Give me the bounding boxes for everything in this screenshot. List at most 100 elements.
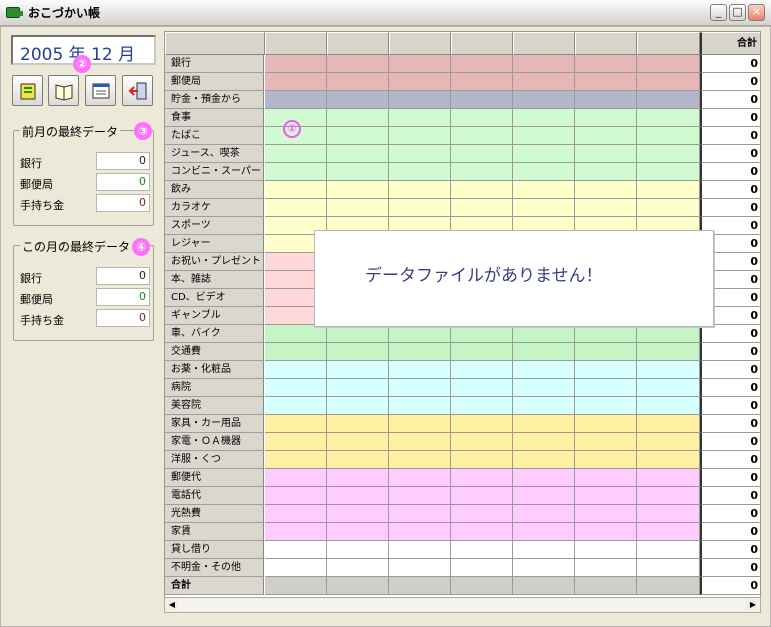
grid-cell[interactable]: [637, 577, 700, 595]
table-row[interactable]: 貯金・預金から 0: [165, 91, 760, 109]
grid-cell[interactable]: [265, 73, 327, 91]
grid-cell[interactable]: [575, 181, 637, 199]
table-row[interactable]: 交通費 0: [165, 343, 760, 361]
title-bar[interactable]: おこづかい帳 _ □ ×: [0, 0, 771, 26]
column-header[interactable]: [513, 32, 575, 55]
table-row[interactable]: たばこ 0: [165, 127, 760, 145]
grid-cell[interactable]: [451, 199, 513, 217]
minimize-button[interactable]: _: [710, 4, 727, 21]
column-header[interactable]: [327, 32, 389, 55]
grid-cell[interactable]: [637, 469, 700, 487]
grid-cell[interactable]: [637, 505, 700, 523]
grid-cell[interactable]: [513, 325, 575, 343]
grid-cell[interactable]: [451, 505, 513, 523]
grid-cell[interactable]: [513, 199, 575, 217]
grid-cell[interactable]: [327, 199, 389, 217]
table-row[interactable]: お薬・化粧品 0: [165, 361, 760, 379]
table-row[interactable]: 美容院 0: [165, 397, 760, 415]
grid-cell[interactable]: [575, 379, 637, 397]
table-row[interactable]: 病院 0: [165, 379, 760, 397]
grid-cell[interactable]: [265, 163, 327, 181]
grid-cell[interactable]: [513, 469, 575, 487]
grid-cell[interactable]: [451, 469, 513, 487]
grid-cell[interactable]: [513, 397, 575, 415]
grid-cell[interactable]: [451, 145, 513, 163]
table-row[interactable]: 不明金・その他 0: [165, 559, 760, 577]
grid-cell[interactable]: [575, 91, 637, 109]
grid-cell[interactable]: [637, 73, 700, 91]
grid-cell[interactable]: [327, 487, 389, 505]
grid-cell[interactable]: [265, 415, 327, 433]
table-row[interactable]: 食事 0: [165, 109, 760, 127]
grid-cell[interactable]: [389, 379, 451, 397]
grid-cell[interactable]: [575, 199, 637, 217]
grid-cell[interactable]: [637, 559, 700, 577]
table-row[interactable]: 家具・カー用品 0: [165, 415, 760, 433]
grid-cell[interactable]: [451, 55, 513, 73]
grid-cell[interactable]: [451, 181, 513, 199]
grid-cell[interactable]: [513, 415, 575, 433]
grid-cell[interactable]: [637, 361, 700, 379]
grid-cell[interactable]: [513, 127, 575, 145]
grid-cell[interactable]: [451, 577, 513, 595]
grid-cell[interactable]: [327, 379, 389, 397]
table-row[interactable]: 貸し借り 0: [165, 541, 760, 559]
grid-cell[interactable]: [513, 109, 575, 127]
grid-cell[interactable]: [327, 577, 389, 595]
column-header[interactable]: [265, 32, 327, 55]
grid-cell[interactable]: [575, 451, 637, 469]
grid-cell[interactable]: [637, 181, 700, 199]
table-row[interactable]: 車、バイク 0: [165, 325, 760, 343]
close-button[interactable]: ×: [748, 4, 765, 21]
grid-cell[interactable]: [451, 361, 513, 379]
grid-cell[interactable]: [389, 577, 451, 595]
column-header[interactable]: [575, 32, 637, 55]
grid-cell[interactable]: [389, 163, 451, 181]
grid-cell[interactable]: [575, 559, 637, 577]
table-row[interactable]: 郵便代 0: [165, 469, 760, 487]
table-row[interactable]: 郵便局 0: [165, 73, 760, 91]
grid-cell[interactable]: [265, 325, 327, 343]
grid-cell[interactable]: [265, 523, 327, 541]
grid-cell[interactable]: [327, 145, 389, 163]
grid-cell[interactable]: [451, 379, 513, 397]
grid-cell[interactable]: [389, 559, 451, 577]
grid-cell[interactable]: [389, 199, 451, 217]
grid-cell[interactable]: [451, 451, 513, 469]
grid-cell[interactable]: [389, 109, 451, 127]
horizontal-scrollbar[interactable]: ◀ ▶: [164, 597, 761, 613]
grid-cell[interactable]: [265, 451, 327, 469]
grid-cell[interactable]: [513, 577, 575, 595]
grid-cell[interactable]: [327, 55, 389, 73]
grid-cell[interactable]: [265, 181, 327, 199]
grid-cell[interactable]: [637, 163, 700, 181]
grid-cell[interactable]: [265, 343, 327, 361]
grid-cell[interactable]: [265, 397, 327, 415]
grid-cell[interactable]: [637, 325, 700, 343]
grid-cell[interactable]: [513, 91, 575, 109]
grid-cell[interactable]: [513, 433, 575, 451]
grid-cell[interactable]: [389, 343, 451, 361]
grid-cell[interactable]: [513, 73, 575, 91]
grid-cell[interactable]: [389, 73, 451, 91]
grid-cell[interactable]: [637, 523, 700, 541]
exit-button[interactable]: [122, 75, 153, 106]
grid-cell[interactable]: [389, 397, 451, 415]
grid-cell[interactable]: [389, 469, 451, 487]
grid-cell[interactable]: [327, 523, 389, 541]
grid-cell[interactable]: [327, 541, 389, 559]
grid-cell[interactable]: [575, 433, 637, 451]
grid-cell[interactable]: [327, 181, 389, 199]
table-row[interactable]: ジュース、喫茶 0: [165, 145, 760, 163]
grid-cell[interactable]: [637, 127, 700, 145]
grid-cell[interactable]: [265, 469, 327, 487]
column-header[interactable]: [389, 32, 451, 55]
grid-cell[interactable]: [575, 541, 637, 559]
grid-cell[interactable]: [451, 523, 513, 541]
grid-cell[interactable]: [513, 523, 575, 541]
table-row[interactable]: 光熱費 0: [165, 505, 760, 523]
grid-cell[interactable]: [575, 505, 637, 523]
grid-cell[interactable]: [575, 577, 637, 595]
grid-cell[interactable]: [327, 127, 389, 145]
grid-cell[interactable]: [389, 145, 451, 163]
